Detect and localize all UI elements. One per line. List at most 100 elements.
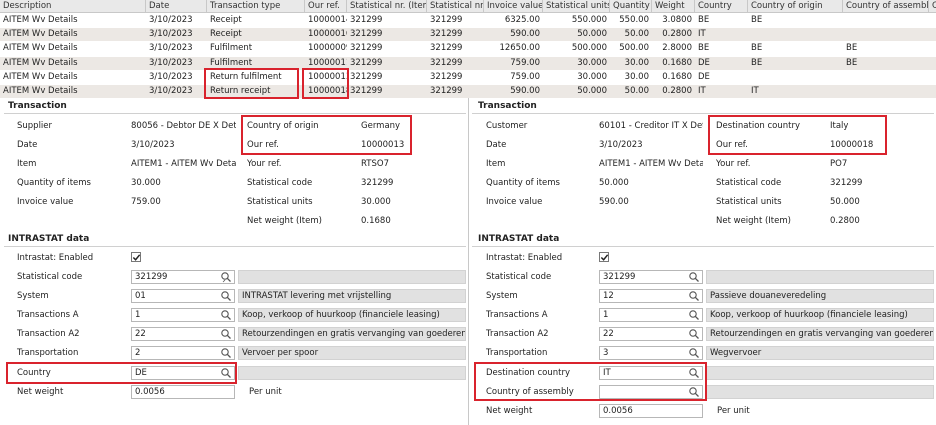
col-country-origin[interactable]: Country of origin	[748, 0, 843, 13]
r-assembly-desc	[706, 385, 934, 399]
r-statunits-label: Statistical units	[716, 197, 782, 207]
ourref-value: 10000013	[361, 140, 405, 150]
cell-stat-nr-item: 321299	[350, 57, 383, 68]
cell-stat-nr: 321299	[430, 57, 463, 68]
r-statcode-desc	[706, 270, 934, 284]
r-netweight-label: Net weight	[486, 406, 533, 416]
r-transA-input[interactable]: 1	[599, 308, 703, 322]
col-quantity[interactable]: Quantity	[610, 0, 652, 13]
cell-country-assembly	[843, 14, 929, 27]
r-system-label: System	[486, 291, 518, 301]
cell-stat-units: 50.000	[577, 86, 607, 96]
r-transport-desc: Wegvervoer	[706, 346, 934, 360]
intrastat-enabled-checkbox[interactable]	[131, 252, 141, 262]
r-intrastat-enabled-checkbox[interactable]	[599, 252, 609, 262]
transport-input[interactable]: 2	[131, 346, 235, 360]
r-statcode-field-label: Statistical code	[486, 272, 552, 282]
left-transaction-title: Transaction	[8, 101, 67, 111]
cell-weight: 0.1680	[662, 57, 692, 68]
r-invoice-label: Invoice value	[486, 197, 543, 207]
col-stat-nr[interactable]: Statistical nr.	[427, 0, 484, 13]
magnifier-lookup-icon[interactable]	[688, 386, 702, 398]
table-row[interactable]: AITEM Wv Details 3/10/2023 Receipt 10000016…	[0, 28, 936, 42]
system-input[interactable]: 01	[131, 289, 235, 303]
r-transA2-input[interactable]: 22	[599, 327, 703, 341]
table-row[interactable]: AITEM Wv Details 3/10/2023 Receipt 10000014…	[0, 14, 936, 27]
r-statunits-value: 50.000	[830, 197, 860, 207]
netweight-item-value: 0.1680	[361, 216, 391, 226]
cell-stat-nr: 321299	[430, 29, 463, 40]
qty-label: Quantity of items	[17, 178, 91, 188]
cell-transaction-type: Fulfilment	[210, 57, 253, 68]
r-yourref-value: PO7	[830, 159, 848, 169]
cell-country: IT	[698, 86, 706, 96]
cell-stat-units: 50.000	[577, 29, 607, 40]
cell-country: BE	[698, 15, 710, 25]
country-input[interactable]: DE	[131, 366, 235, 380]
cell-transaction-type: Receipt	[210, 29, 242, 40]
cell-stat-nr: 321299	[430, 86, 463, 96]
r-date-label: Date	[486, 140, 507, 150]
col-description[interactable]: Description	[0, 0, 146, 13]
col-invoice-value[interactable]: Invoice value	[484, 0, 543, 13]
col-stat-nr-item[interactable]: Statistical nr. (Item)	[347, 0, 427, 13]
transA-input[interactable]: 1	[131, 308, 235, 322]
r-assembly-input[interactable]	[599, 385, 703, 399]
cell-stat-units: 550.000	[571, 15, 607, 25]
yourref-label: Your ref.	[247, 159, 282, 169]
cell-stat-nr-item: 321299	[350, 29, 383, 40]
right-section-rule	[472, 113, 934, 114]
magnifier-lookup-icon[interactable]	[220, 309, 234, 321]
col-truncated[interactable]: C	[929, 0, 936, 13]
customer-value: 60101 - Creditor IT X Detai	[599, 121, 703, 131]
r-system-input[interactable]: 12	[599, 289, 703, 303]
r-netweight-input[interactable]: 0.0056	[599, 404, 703, 418]
netweight-input[interactable]: 0.0056	[131, 385, 235, 399]
table-row[interactable]: AITEM Wv Details 3/10/2023 Return receipt 1…	[0, 85, 936, 98]
r-statcode-label: Statistical code	[716, 178, 782, 188]
r-transport-input[interactable]: 3	[599, 346, 703, 360]
col-country-assembly[interactable]: Country of assembly	[843, 0, 929, 13]
transA2-input[interactable]: 22	[131, 327, 235, 341]
magnifier-lookup-icon[interactable]	[688, 290, 702, 302]
col-country[interactable]: Country	[695, 0, 748, 13]
cell-stat-nr: 321299	[430, 15, 463, 25]
col-transaction-type[interactable]: Transaction type	[207, 0, 305, 13]
cell-date: 3/10/2023	[149, 57, 193, 68]
statunits-label: Statistical units	[247, 197, 313, 207]
magnifier-lookup-icon[interactable]	[688, 367, 702, 379]
r-destc-input[interactable]: IT	[599, 366, 703, 380]
r-intrastat-enabled-label: Intrastat: Enabled	[486, 253, 563, 263]
r-ourref-value: 10000018	[830, 140, 874, 150]
cell-stat-units: 500.000	[571, 43, 607, 54]
table-header: Description Date Transaction type Our re…	[0, 0, 936, 13]
yourref-value: RTSO7	[361, 159, 389, 169]
cell-weight: 3.0800	[662, 15, 692, 25]
magnifier-lookup-icon[interactable]	[220, 367, 234, 379]
col-our-ref[interactable]: Our ref.	[305, 0, 347, 13]
col-weight[interactable]: Weight	[652, 0, 695, 13]
table-row[interactable]: AITEM Wv Details 3/10/2023 Fulfilment 10000…	[0, 42, 936, 55]
magnifier-lookup-icon[interactable]	[688, 328, 702, 340]
table-row[interactable]: AITEM Wv Details 3/10/2023 Fulfilment 10000…	[0, 56, 936, 70]
r-assembly-label: Country of assembly	[486, 387, 574, 397]
transA-label: Transactions A	[17, 310, 79, 320]
r-statcode-input[interactable]: 321299	[599, 270, 703, 284]
netweight-item-label: Net weight (Item)	[247, 216, 322, 226]
col-date[interactable]: Date	[146, 0, 207, 13]
cell-date: 3/10/2023	[149, 29, 193, 40]
magnifier-lookup-icon[interactable]	[688, 309, 702, 321]
statcode-input[interactable]: 321299	[131, 270, 235, 284]
country-label: Country	[17, 368, 51, 378]
cell-date: 3/10/2023	[149, 15, 193, 25]
r-qty-value: 50.000	[599, 178, 629, 188]
magnifier-lookup-icon[interactable]	[688, 271, 702, 283]
magnifier-lookup-icon[interactable]	[220, 347, 234, 359]
magnifier-lookup-icon[interactable]	[220, 328, 234, 340]
magnifier-lookup-icon[interactable]	[220, 290, 234, 302]
col-stat-units[interactable]: Statistical units	[543, 0, 610, 13]
cell-invoice-value: 6325.00	[504, 15, 540, 25]
magnifier-lookup-icon[interactable]	[688, 347, 702, 359]
table-row[interactable]: AITEM Wv Details 3/10/2023 Return fulfilme…	[0, 71, 936, 84]
magnifier-lookup-icon[interactable]	[220, 271, 234, 283]
